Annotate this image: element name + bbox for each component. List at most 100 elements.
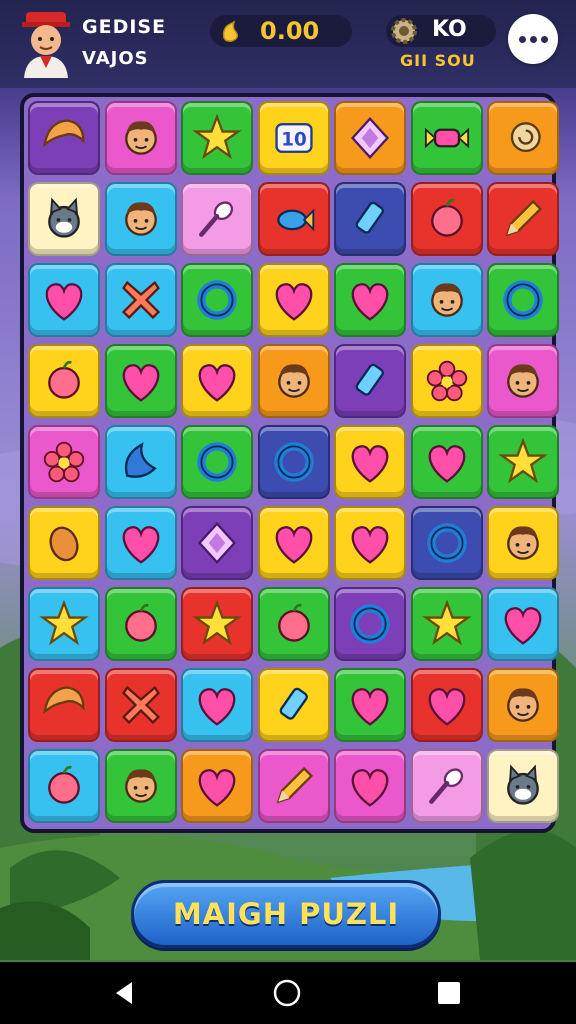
home-icon[interactable]: [272, 978, 302, 1008]
gear-icon: [391, 18, 417, 44]
board-tile-star[interactable]: [181, 101, 253, 175]
blob-icon: [48, 360, 80, 399]
board-tile-heart[interactable]: [334, 425, 406, 499]
board-tile-pencil[interactable]: [257, 749, 330, 823]
svg-text:10: 10: [281, 129, 307, 150]
board-tile-heart[interactable]: [334, 749, 406, 823]
heart-icon: [351, 688, 389, 726]
board-tile-flower[interactable]: [410, 344, 483, 418]
board-tile-character[interactable]: [410, 263, 483, 337]
board-tile-cat[interactable]: [487, 749, 559, 823]
board-tile-heart[interactable]: [28, 263, 100, 337]
gear-value: KO: [432, 17, 467, 42]
board-tile-ring[interactable]: [257, 425, 330, 499]
board-tile-character[interactable]: [104, 182, 177, 256]
board-tile-blob[interactable]: [257, 587, 330, 661]
board-tile-ring[interactable]: [410, 506, 483, 580]
gear-subtitle: GII SOU: [400, 51, 476, 70]
board-tile-star[interactable]: [410, 587, 483, 661]
board-tile-blob[interactable]: [28, 344, 100, 418]
star-icon: [39, 599, 89, 646]
board-tile-blob[interactable]: [410, 182, 483, 256]
board-tile-blob[interactable]: [104, 587, 177, 661]
board-tile-ring[interactable]: [487, 263, 559, 337]
drink-icon: [279, 687, 308, 720]
board-tile-drink[interactable]: [334, 182, 406, 256]
spoon-icon: [199, 201, 234, 237]
board-tile-cross[interactable]: [104, 668, 177, 742]
drink-icon: [355, 363, 384, 396]
board-tile-heart[interactable]: [410, 425, 483, 499]
board-tile-cross[interactable]: [104, 263, 177, 337]
board-tile-drink[interactable]: [257, 668, 330, 742]
board-tile-snail[interactable]: [487, 101, 559, 175]
player-name: GEDISE: [82, 16, 167, 38]
board-tile-star[interactable]: [28, 587, 100, 661]
gear-counter[interactable]: KO: [386, 15, 496, 47]
dot-icon: [519, 36, 526, 43]
board-tile-heart[interactable]: [104, 506, 177, 580]
board-tile-ring[interactable]: [181, 263, 253, 337]
board-tile-cat[interactable]: [28, 182, 100, 256]
board-tile-heart[interactable]: [181, 668, 253, 742]
dot-icon: [541, 36, 548, 43]
play-puzzle-label: MAIGH PUZLI: [172, 897, 400, 931]
character-icon: [277, 364, 310, 398]
character-icon: [124, 769, 157, 803]
cat-icon: [48, 197, 80, 238]
board-tile-banana[interactable]: [104, 425, 177, 499]
coin-counter[interactable]: 0.00: [210, 15, 352, 47]
board-tile-star[interactable]: [181, 587, 253, 661]
board-tile-star[interactable]: [487, 425, 559, 499]
heart-icon: [351, 769, 389, 807]
board-tile-fish[interactable]: [257, 182, 330, 256]
board-tile-croissant[interactable]: [28, 101, 100, 175]
board-tile-diamond[interactable]: [334, 101, 406, 175]
play-puzzle-button[interactable]: MAIGH PUZLI: [131, 880, 441, 948]
top-bar: GEDISE VAJOS 0.00 KO GII SOU: [0, 0, 576, 88]
character-icon: [507, 688, 539, 722]
spoon-icon: [428, 768, 463, 804]
board-tile-character[interactable]: [104, 101, 177, 175]
more-menu-button[interactable]: [508, 14, 558, 64]
board-tile-number[interactable]: 10: [257, 101, 330, 175]
board-tile-diamond[interactable]: [181, 506, 253, 580]
board-tile-pencil[interactable]: [487, 182, 559, 256]
board-tile-spoon[interactable]: [181, 182, 253, 256]
avatar[interactable]: [20, 6, 72, 78]
back-icon[interactable]: [110, 978, 140, 1008]
character-icon: [507, 364, 539, 398]
diamond-icon: [350, 116, 390, 160]
board-tile-bean[interactable]: [28, 506, 100, 580]
board-tile-drink[interactable]: [334, 344, 406, 418]
board-tile-heart[interactable]: [257, 263, 330, 337]
board-tile-character[interactable]: [104, 749, 177, 823]
board-tile-candy[interactable]: [410, 101, 483, 175]
recents-icon[interactable]: [434, 978, 464, 1008]
board-tile-character[interactable]: [487, 506, 559, 580]
player-subtitle: VAJOS: [82, 48, 149, 69]
board-tile-blob[interactable]: [28, 749, 100, 823]
board-tile-heart[interactable]: [334, 263, 406, 337]
heart-icon: [45, 283, 83, 321]
board-tile-heart[interactable]: [334, 506, 406, 580]
board-tile-heart[interactable]: [181, 749, 253, 823]
dot-icon: [530, 36, 537, 43]
board-tile-character[interactable]: [487, 668, 559, 742]
star-icon: [498, 437, 548, 484]
ring-icon: [426, 523, 467, 563]
board-tile-spoon[interactable]: [410, 749, 483, 823]
board-tile-flower[interactable]: [28, 425, 100, 499]
board-tile-ring[interactable]: [334, 587, 406, 661]
board-tile-heart[interactable]: [410, 668, 483, 742]
board-tile-heart[interactable]: [104, 344, 177, 418]
board-tile-heart[interactable]: [487, 587, 559, 661]
board-tile-croissant[interactable]: [28, 668, 100, 742]
board-tile-ring[interactable]: [181, 425, 253, 499]
board-tile-character[interactable]: [487, 344, 559, 418]
board-tile-heart[interactable]: [334, 668, 406, 742]
board-tile-heart[interactable]: [181, 344, 253, 418]
star-icon: [192, 599, 242, 646]
board-tile-character[interactable]: [257, 344, 330, 418]
board-tile-heart[interactable]: [257, 506, 330, 580]
